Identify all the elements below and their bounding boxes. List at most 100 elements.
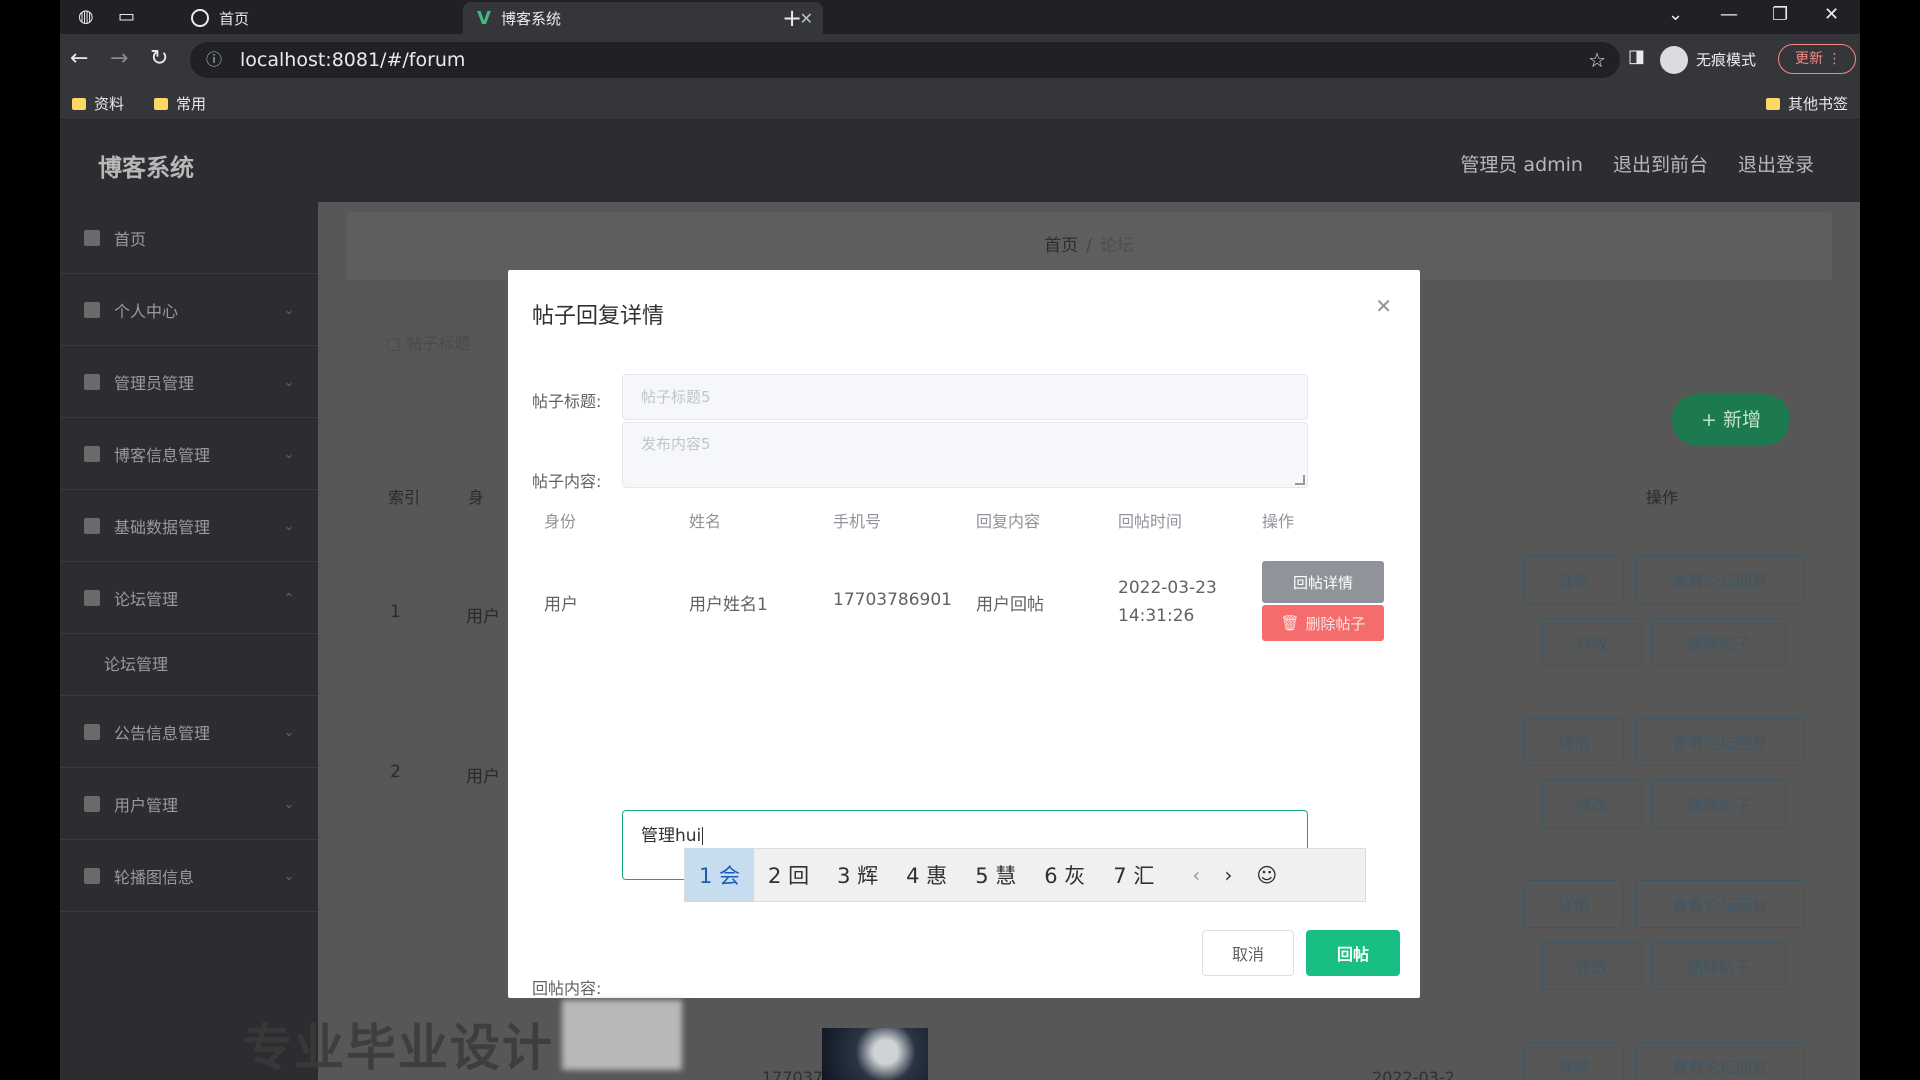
bookmark-label: 资料: [94, 95, 125, 113]
admin-label: 管理员 admin: [1460, 154, 1583, 176]
post-title-label: 帖子标题:: [532, 392, 602, 411]
sidebar-label: 论坛管理: [114, 589, 179, 609]
resize-handle-icon[interactable]: [1295, 475, 1305, 485]
post-title-field[interactable]: 帖子标题5: [622, 374, 1308, 420]
delete-post-button[interactable]: 🗑 删除帖子: [1262, 605, 1384, 641]
ime-candidate[interactable]: 6 灰: [1030, 848, 1099, 902]
sidebar-item-notices[interactable]: 公告信息管理 ⌄: [60, 696, 318, 768]
other-bookmarks[interactable]: 其他书签: [1766, 93, 1848, 114]
column-header-phone: 手机号: [833, 512, 882, 531]
sidebar-subitem-forum[interactable]: 论坛管理: [60, 634, 318, 696]
edit-button[interactable]: 修改: [1542, 618, 1642, 666]
post-content-field[interactable]: 发布内容5: [622, 422, 1308, 488]
trash-icon: 🗑: [1280, 614, 1300, 632]
delete-post-button[interactable]: 删除帖子: [1652, 618, 1786, 666]
edit-button[interactable]: 修改: [1542, 780, 1642, 828]
reload-icon[interactable]: ↻: [150, 46, 168, 71]
detail-button[interactable]: 详情: [1524, 556, 1624, 604]
detail-button[interactable]: 详情: [1524, 880, 1624, 928]
tab-title: 首页: [219, 9, 250, 28]
breadcrumb-home[interactable]: 首页: [1044, 236, 1078, 256]
ime-candidate-bar: 1 会 2 回 3 辉 4 惠 5 慧 6 灰 7 汇 ‹ › ☺: [684, 848, 1366, 902]
delete-post-button[interactable]: 删除帖子: [1652, 942, 1786, 990]
minimize-button[interactable]: —: [1720, 4, 1738, 25]
sidebar-item-users[interactable]: 用户管理 ⌄: [60, 768, 318, 840]
page-icon: [191, 9, 209, 27]
forward-icon[interactable]: →: [110, 46, 128, 71]
tab-overview-icon[interactable]: ▭: [118, 6, 135, 27]
ime-candidate[interactable]: 4 惠: [892, 848, 961, 902]
submit-reply-button[interactable]: 回帖: [1306, 930, 1400, 976]
tab-search-icon[interactable]: ⌄: [1668, 4, 1683, 25]
edit-button[interactable]: 修改: [1542, 942, 1642, 990]
address-bar[interactable]: ⓘ localhost:8081/#/forum ☆: [190, 42, 1620, 78]
update-button[interactable]: 更新 ⋮: [1778, 44, 1856, 74]
add-button[interactable]: + 新增: [1672, 394, 1790, 446]
ime-next-icon[interactable]: ›: [1224, 863, 1232, 887]
button-label: 详情: [1557, 572, 1590, 591]
ime-candidate[interactable]: 1 会: [685, 848, 755, 902]
new-tab-button[interactable]: +: [782, 4, 802, 32]
detail-button[interactable]: 详情: [1524, 1042, 1624, 1080]
view-replies-button[interactable]: 查看论坛回复: [1636, 718, 1804, 766]
globe-icon[interactable]: ◍: [78, 6, 94, 27]
app-root: 博客系统 管理员 admin 退出到前台 退出登录 首页 个人中心 ⌄ 管理员管理…: [60, 120, 1860, 1080]
incognito-indicator[interactable]: 无痕模式: [1660, 42, 1756, 78]
bookmarks-bar: 资料 常用 其他书签: [60, 86, 1860, 120]
reply-detail-button[interactable]: 回帖详情: [1262, 561, 1384, 603]
home-icon: [84, 229, 100, 246]
site-info-icon[interactable]: ⓘ: [206, 42, 222, 78]
back-icon[interactable]: ←: [70, 46, 88, 71]
ime-candidate[interactable]: 7 汇: [1099, 848, 1168, 902]
folder-icon: [154, 97, 168, 110]
sidebar-item-blogs[interactable]: 博客信息管理 ⌄: [60, 418, 318, 490]
view-replies-button[interactable]: 查看论坛回复: [1636, 880, 1804, 928]
restore-button[interactable]: ❐: [1772, 4, 1788, 25]
sidebar-label: 博客信息管理: [114, 445, 211, 465]
grid-icon: [84, 517, 100, 534]
browser-toolbar: ← → ↻ ⓘ localhost:8081/#/forum ☆ ◨ 无痕模式 …: [60, 34, 1860, 86]
sidebar-item-carousel[interactable]: 轮播图信息 ⌄: [60, 840, 318, 912]
delete-post-button[interactable]: 删除帖子: [1652, 780, 1786, 828]
side-panel-icon[interactable]: ◨: [1628, 46, 1645, 67]
close-window-button[interactable]: ✕: [1824, 4, 1839, 25]
row-identity: 用户: [466, 767, 500, 787]
sidebar-item-basic-data[interactable]: 基础数据管理 ⌄: [60, 490, 318, 562]
tab-blog-system[interactable]: V 博客系统 ✕: [463, 2, 823, 34]
chevron-up-icon: ⌃: [283, 590, 294, 605]
chevron-down-icon: ⌄: [283, 868, 294, 883]
sidebar-item-home[interactable]: 首页: [60, 202, 318, 274]
row-index: 2: [390, 762, 401, 782]
back-to-front-link[interactable]: 退出到前台: [1613, 150, 1708, 177]
button-label: 修改: [1575, 796, 1608, 815]
ime-candidate[interactable]: 3 辉: [823, 848, 892, 902]
ime-candidate[interactable]: 2 回: [754, 848, 823, 902]
column-header-name: 姓名: [689, 512, 722, 531]
ime-candidate[interactable]: 5 慧: [961, 848, 1030, 902]
detail-button[interactable]: 详情: [1524, 718, 1624, 766]
bookmark-star-icon[interactable]: ☆: [1588, 42, 1606, 78]
row-index: 1: [390, 602, 401, 622]
emoji-icon[interactable]: ☺: [1256, 863, 1277, 887]
bookmark-folder[interactable]: 常用: [154, 93, 206, 114]
dialog-title: 帖子回复详情: [532, 304, 665, 329]
close-icon[interactable]: ✕: [1375, 294, 1392, 318]
bookmark-label: 其他书签: [1788, 95, 1849, 113]
sidebar-label: 首页: [114, 229, 147, 249]
sidebar-item-admins[interactable]: 管理员管理 ⌄: [60, 346, 318, 418]
bookmark-folder[interactable]: 资料: [72, 93, 124, 114]
logout-link[interactable]: 退出登录: [1738, 150, 1814, 177]
ime-prev-icon[interactable]: ‹: [1192, 863, 1200, 887]
view-replies-button[interactable]: 查看论坛回复: [1636, 1042, 1804, 1080]
user-icon: [84, 301, 100, 318]
partial-date: 2022-03-2: [1372, 1068, 1455, 1080]
view-replies-button[interactable]: 查看论坛回复: [1636, 556, 1804, 604]
cancel-button[interactable]: 取消: [1202, 930, 1294, 976]
button-label: 删除帖子: [1305, 614, 1366, 633]
sidebar-item-forum[interactable]: 论坛管理 ⌃: [60, 562, 318, 634]
column-header-index: 索引: [388, 488, 421, 507]
cell-name: 用户姓名1: [689, 595, 768, 615]
button-label: 修改: [1575, 958, 1608, 977]
sidebar-item-profile[interactable]: 个人中心 ⌄: [60, 274, 318, 346]
post-content-label: 帖子内容:: [532, 472, 602, 491]
